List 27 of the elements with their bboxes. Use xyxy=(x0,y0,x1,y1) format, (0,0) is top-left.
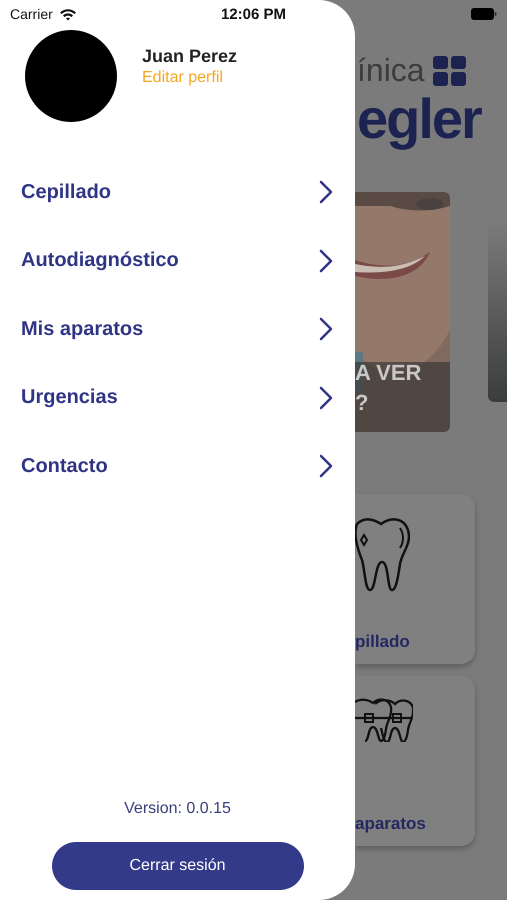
menu-item[interactable]: Autodiagnóstico xyxy=(0,226,355,295)
menu-item[interactable]: Mis aparatos xyxy=(0,295,355,364)
promo-title: ? xyxy=(355,389,370,417)
menu-item[interactable]: Urgencias xyxy=(0,364,355,432)
version-label: Version: 0.0.15 xyxy=(124,800,231,818)
promo-card[interactable]: A VER ? xyxy=(355,192,450,432)
chevron-right-icon xyxy=(319,386,333,410)
carrier-label: Carrier xyxy=(10,6,53,22)
tooth-icon xyxy=(355,516,410,594)
wifi-icon xyxy=(58,8,77,20)
chevron-right-icon xyxy=(319,180,333,204)
logo-text: egler xyxy=(356,89,481,149)
chevron-right-icon xyxy=(319,248,333,273)
logo-text: ínica xyxy=(357,52,425,89)
grid-icon xyxy=(432,56,466,86)
battery-icon xyxy=(471,8,497,20)
menu-item[interactable]: Contacto xyxy=(0,432,355,500)
braces-icon xyxy=(355,698,413,742)
card-label: pillado xyxy=(355,632,411,652)
menu-item[interactable]: Cepillado xyxy=(0,158,355,226)
card-label: aparatos xyxy=(355,814,427,834)
chevron-right-icon xyxy=(319,317,333,342)
promo-title: A VER xyxy=(355,359,422,387)
clock-time: 12:06 PM xyxy=(220,6,286,23)
chevron-right-icon xyxy=(319,454,333,478)
user-name: Juan Perez xyxy=(142,46,238,66)
logout-button[interactable]: Cerrar sesión xyxy=(52,842,304,890)
